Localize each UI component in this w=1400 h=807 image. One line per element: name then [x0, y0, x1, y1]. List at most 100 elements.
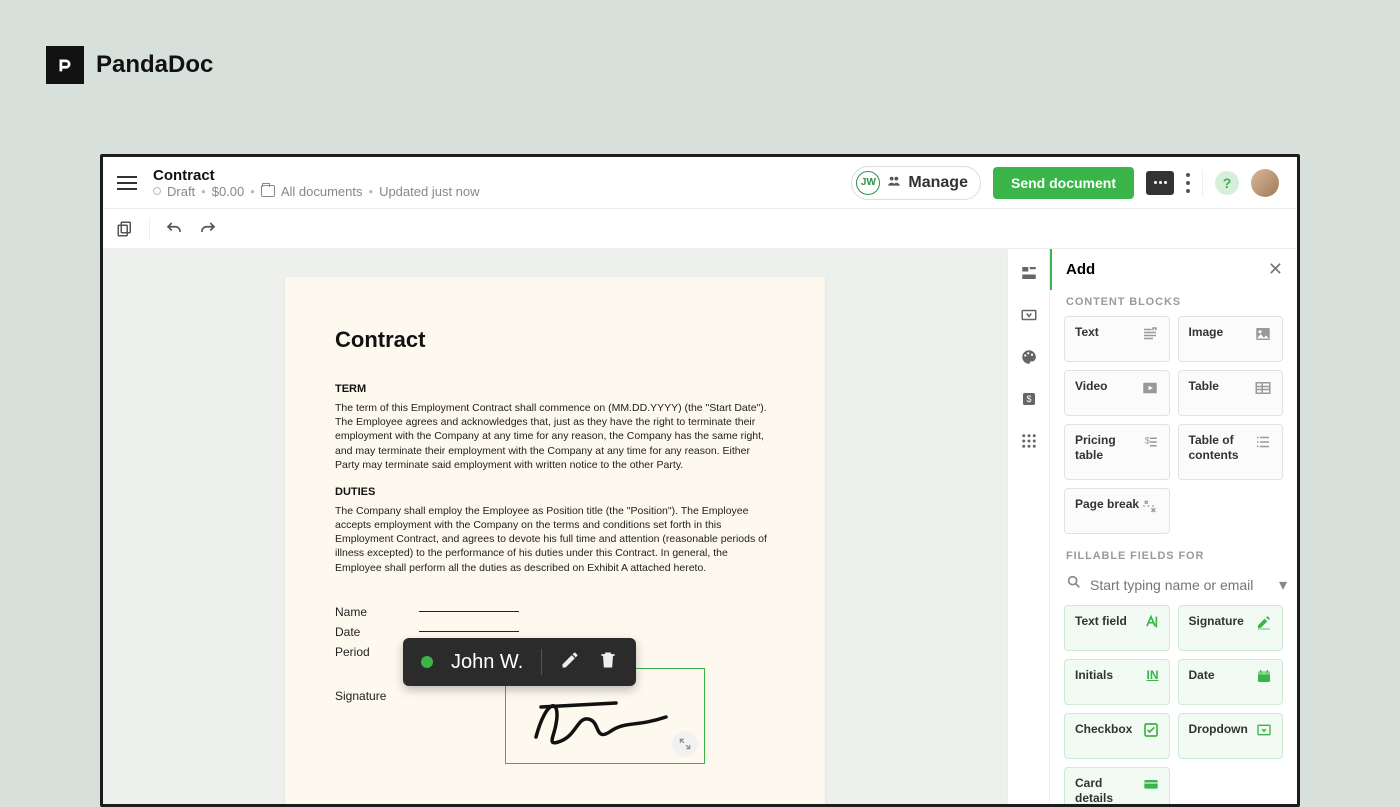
- block-table-label: Table: [1189, 379, 1219, 394]
- recipient-search[interactable]: ▾: [1050, 570, 1297, 605]
- recipient-search-input[interactable]: [1090, 577, 1271, 593]
- status-label: Draft: [167, 184, 195, 199]
- label-period: Period: [335, 645, 389, 659]
- redo-icon[interactable]: [198, 219, 218, 239]
- blank-line: [419, 631, 519, 632]
- search-icon: [1066, 574, 1082, 595]
- field-card-label: Card details: [1075, 776, 1143, 804]
- recipient-avatar: JW: [856, 171, 880, 195]
- field-card-details[interactable]: Card details: [1064, 767, 1170, 804]
- chevron-down-icon[interactable]: ▾: [1279, 575, 1287, 595]
- field-checkbox[interactable]: Checkbox: [1064, 713, 1170, 759]
- field-toolbar: John W.: [403, 638, 636, 686]
- block-video-label: Video: [1075, 379, 1107, 394]
- assignee-color-icon: [421, 656, 433, 668]
- field-checkbox-label: Checkbox: [1075, 722, 1132, 737]
- close-icon[interactable]: ✕: [1268, 259, 1283, 280]
- pricing-rail-icon[interactable]: $: [1019, 389, 1039, 409]
- divider: [149, 218, 150, 240]
- field-dropdown[interactable]: Dropdown: [1178, 713, 1284, 759]
- label-name: Name: [335, 605, 389, 619]
- more-icon[interactable]: [1186, 171, 1190, 195]
- assignee-name[interactable]: John W.: [451, 651, 523, 674]
- add-panel: Add ✕ CONTENT BLOCKS Text Image Video: [1049, 249, 1297, 804]
- document-title[interactable]: Contract: [153, 167, 837, 184]
- dropdown-field-icon: [1256, 722, 1272, 743]
- svg-text:$: $: [1026, 394, 1031, 404]
- brand: PandaDoc: [46, 46, 213, 84]
- content-blocks-heading: CONTENT BLOCKS: [1050, 290, 1297, 316]
- initials-field-icon: IN: [1147, 668, 1159, 682]
- section-term-body: The term of this Employment Contract sha…: [335, 401, 775, 472]
- field-text-label: Text field: [1075, 614, 1127, 629]
- panel-header: Add ✕: [1049, 249, 1297, 290]
- canvas[interactable]: Contract TERM The term of this Employmen…: [103, 249, 1007, 804]
- apps-rail-icon[interactable]: [1019, 431, 1039, 451]
- pricing-block-icon: $: [1141, 433, 1159, 456]
- block-pricing-label: Pricing table: [1075, 433, 1141, 463]
- panda-icon: [54, 54, 76, 76]
- user-avatar[interactable]: [1251, 169, 1279, 197]
- status-dot-icon: [153, 187, 161, 195]
- block-image[interactable]: Image: [1178, 316, 1284, 362]
- image-block-icon: [1254, 325, 1272, 348]
- block-toc[interactable]: Table of contents: [1178, 424, 1284, 480]
- field-date[interactable]: Date: [1178, 659, 1284, 705]
- blank-line: [419, 611, 519, 612]
- variables-rail-icon[interactable]: [1019, 305, 1039, 325]
- help-icon[interactable]: ?: [1215, 171, 1239, 195]
- comments-icon[interactable]: [1146, 171, 1174, 195]
- signature-field-icon: [1256, 614, 1272, 635]
- location-label[interactable]: All documents: [281, 184, 363, 199]
- folder-icon: [261, 185, 275, 197]
- resize-handle-icon[interactable]: [672, 731, 698, 757]
- block-page-break[interactable]: Page break: [1064, 488, 1170, 534]
- document-page[interactable]: Contract TERM The term of this Employmen…: [285, 277, 825, 804]
- divider: [541, 649, 542, 675]
- brand-name: PandaDoc: [96, 51, 213, 79]
- undo-icon[interactable]: [164, 219, 184, 239]
- field-initials-label: Initials: [1075, 668, 1113, 683]
- content-blocks-grid: Text Image Video Table Pricing table: [1050, 316, 1297, 544]
- content-rail-icon[interactable]: [1019, 263, 1039, 283]
- amount-label: $0.00: [212, 184, 245, 199]
- date-field-icon: [1256, 668, 1272, 689]
- toolbar: [103, 209, 1297, 249]
- field-dropdown-label: Dropdown: [1189, 722, 1248, 737]
- video-block-icon: [1141, 379, 1159, 402]
- table-block-icon: [1254, 379, 1272, 402]
- section-term-title: TERM: [335, 383, 775, 395]
- topbar-right: JW Manage Send document ?: [851, 166, 1279, 200]
- divider: [1202, 170, 1203, 196]
- block-text-label: Text: [1075, 325, 1099, 340]
- brand-logo: [46, 46, 84, 84]
- manage-button[interactable]: JW Manage: [851, 166, 981, 200]
- fields-grid: Text field Signature Initials IN Date Ch…: [1050, 605, 1297, 804]
- block-video[interactable]: Video: [1064, 370, 1170, 416]
- send-document-button[interactable]: Send document: [993, 167, 1134, 199]
- field-signature-label: Signature: [1189, 614, 1244, 629]
- block-text[interactable]: Text: [1064, 316, 1170, 362]
- block-pagebreak-label: Page break: [1075, 497, 1139, 512]
- app-window: Contract Draft • $0.00 • All documents •…: [100, 154, 1300, 807]
- fillable-fields-heading: FILLABLE FIELDS FOR: [1050, 544, 1297, 570]
- field-text[interactable]: Text field: [1064, 605, 1170, 651]
- doc-heading: Contract: [335, 327, 775, 353]
- label-date: Date: [335, 625, 389, 639]
- duplicate-icon[interactable]: [115, 219, 135, 239]
- design-rail-icon[interactable]: [1019, 347, 1039, 367]
- edit-icon[interactable]: [560, 650, 580, 675]
- field-initials[interactable]: Initials IN: [1064, 659, 1170, 705]
- section-duties-title: DUTIES: [335, 486, 775, 498]
- delete-icon[interactable]: [598, 650, 618, 675]
- updated-label: Updated just now: [379, 184, 479, 199]
- block-table[interactable]: Table: [1178, 370, 1284, 416]
- manage-label: Manage: [908, 174, 968, 192]
- topbar: Contract Draft • $0.00 • All documents •…: [103, 157, 1297, 209]
- block-pricing-table[interactable]: Pricing table $: [1064, 424, 1170, 480]
- block-image-label: Image: [1189, 325, 1224, 340]
- svg-text:$: $: [1144, 436, 1149, 446]
- field-signature[interactable]: Signature: [1178, 605, 1284, 651]
- menu-icon[interactable]: [115, 171, 139, 195]
- section-duties-body: The Company shall employ the Employee as…: [335, 504, 775, 575]
